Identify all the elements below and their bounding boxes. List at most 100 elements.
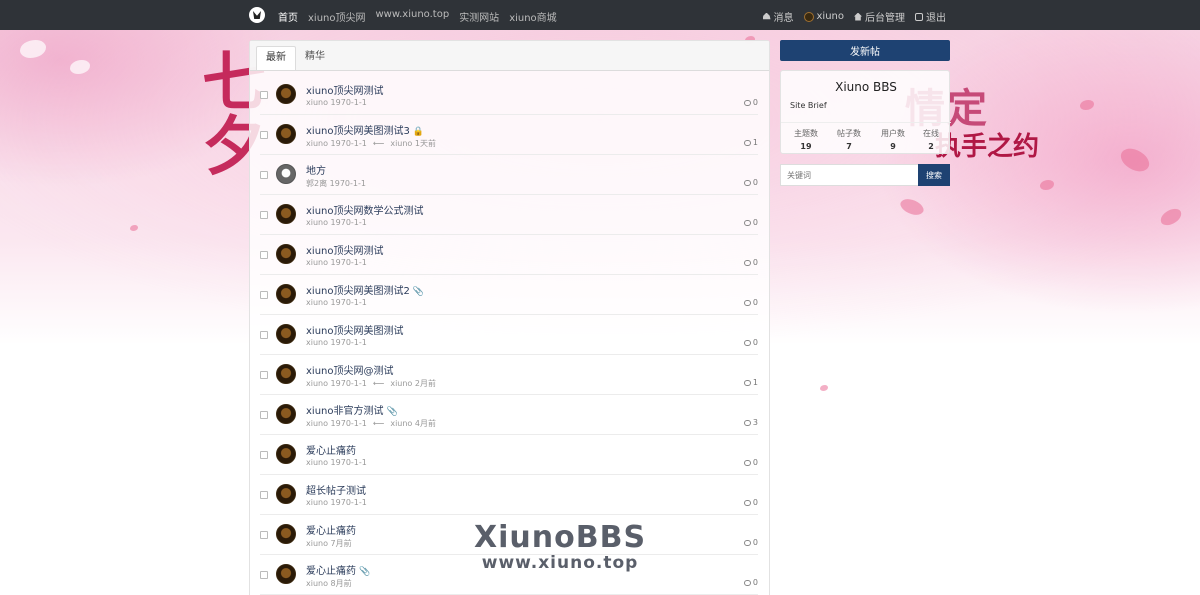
thread-reply-count: 1 [743,378,758,387]
thread-author-avatar[interactable] [276,524,296,544]
thread-last-time: 2月前 [414,379,436,388]
thread-checkbox[interactable] [260,411,268,419]
thread-date: 1970-1-1 [330,379,367,388]
new-post-button[interactable]: 发新帖 [780,40,950,61]
thread-last-time: 1天前 [414,139,436,148]
thread-title[interactable]: 爱心止痛药 [306,522,356,537]
nav-link-home[interactable]: 首页 [278,9,298,24]
search-button[interactable]: 搜索 [918,164,950,186]
thread-checkbox[interactable] [260,91,268,99]
thread-title[interactable]: xiuno顶尖网测试 [306,242,384,257]
thread-title-text: xiuno顶尖网美图测试2 [306,286,410,297]
thread-author-avatar[interactable] [276,244,296,264]
thread-row[interactable]: 超长帖子测试 xiuno 1970-1-1 0 [260,475,758,515]
thread-title[interactable]: xiuno顶尖网美图测试 [306,322,404,337]
thread-title[interactable]: xiuno顶尖网数学公式测试 [306,202,424,217]
admin-link[interactable]: 后台管理 [854,9,905,24]
thread-author-avatar[interactable] [276,444,296,464]
thread-reply-count: 1 [743,138,758,147]
petal-decoration [820,385,828,391]
thread-checkbox[interactable] [260,491,268,499]
thread-checkbox[interactable] [260,291,268,299]
thread-reply-count: 0 [743,178,758,187]
thread-author-avatar[interactable] [276,564,296,584]
logout-link[interactable]: 退出 [915,9,946,24]
thread-row[interactable]: xiuno非官方测试 📎 xiuno 1970-1-1 ⟵ xiuno 4月前 3 [260,395,758,435]
admin-label: 后台管理 [865,13,905,24]
thread-row[interactable]: xiuno顶尖网数学公式测试 xiuno 1970-1-1 0 [260,195,758,235]
thread-author-avatar[interactable] [276,324,296,344]
thread-meta: xiuno 1970-1-1 [306,218,367,227]
thread-reply-count: 0 [743,218,758,227]
thread-checkbox[interactable] [260,371,268,379]
nav-link-test-site[interactable]: 实测网站 [459,9,499,24]
thread-date: 7月前 [330,539,352,548]
tab-latest[interactable]: 最新 [256,46,296,70]
thread-reply-count: 0 [743,498,758,507]
thread-author: xiuno [306,258,328,267]
stat-users: 用户数 9 [873,128,913,151]
messages-link[interactable]: 消息 [762,9,794,24]
thread-checkbox[interactable] [260,211,268,219]
thread-row[interactable]: xiuno顶尖网美图测试 xiuno 1970-1-1 0 [260,315,758,355]
thread-title-text: xiuno顶尖网美图测试3 [306,126,410,137]
thread-reply-count: 0 [743,98,758,107]
thread-checkbox[interactable] [260,531,268,539]
thread-title[interactable]: 爱心止痛药 📎 [306,562,370,577]
thread-author-avatar[interactable] [276,404,296,424]
stat-value: 2 [928,142,934,151]
thread-author-avatar[interactable] [276,164,296,184]
thread-row[interactable]: xiuno顶尖网@测试 xiuno 1970-1-1 ⟵ xiuno 2月前 1 [260,355,758,395]
stat-value: 19 [800,142,812,151]
petal-decoration [130,225,138,231]
thread-row[interactable]: xiuno顶尖网测试 xiuno 1970-1-1 0 [260,235,758,275]
user-name: xiuno [816,11,845,22]
thread-author-avatar[interactable] [276,484,296,504]
thread-checkbox[interactable] [260,251,268,259]
reply-count-value: 0 [752,218,758,227]
watermark-title: XiunoBBS [474,520,647,555]
reply-count-value: 0 [752,538,758,547]
stat-label: 主题数 [794,129,818,138]
thread-row[interactable]: 爱心止痛药 xiuno 1970-1-1 0 [260,435,758,475]
thread-title[interactable]: 爱心止痛药 [306,442,356,457]
nav-link-shop[interactable]: xiuno商城 [509,9,557,24]
thread-author-avatar[interactable] [276,84,296,104]
thread-checkbox[interactable] [260,331,268,339]
site-logo-icon[interactable] [249,7,265,23]
thread-row[interactable]: xiuno顶尖网美图测试2 📎 xiuno 1970-1-1 0 [260,275,758,315]
thread-meta: xiuno 7月前 [306,538,352,549]
thread-checkbox[interactable] [260,451,268,459]
thread-author-avatar[interactable] [276,124,296,144]
comment-icon [743,300,751,306]
thread-author-avatar[interactable] [276,364,296,384]
thread-title[interactable]: 地方 [306,162,326,177]
thread-title-text: 爱心止痛药 [306,566,356,577]
thread-title[interactable]: xiuno顶尖网美图测试3 🔒 [306,122,424,137]
nav-link-xiuno-top[interactable]: xiuno顶尖网 [308,9,366,24]
site-stats: 主题数 19 帖子数 7 用户数 9 在线 2 [781,122,951,154]
thread-author-avatar[interactable] [276,284,296,304]
thread-row[interactable]: xiuno顶尖网测试 xiuno 1970-1-1 0 [260,75,758,115]
thread-row[interactable]: 地方 郭2离 1970-1-1 0 [260,155,758,195]
thread-author-avatar[interactable] [276,204,296,224]
thread-checkbox[interactable] [260,131,268,139]
thread-date: 1970-1-1 [330,258,367,267]
thread-title[interactable]: xiuno顶尖网测试 [306,82,384,97]
arrow-left-icon: ⟵ [372,139,385,148]
thread-title[interactable]: xiuno顶尖网美图测试2 📎 [306,282,424,297]
search-input[interactable] [780,164,918,186]
thread-title[interactable]: xiuno顶尖网@测试 [306,362,394,377]
thread-author: xiuno [306,218,328,227]
reply-count-value: 0 [752,498,758,507]
thread-checkbox[interactable] [260,571,268,579]
thread-checkbox[interactable] [260,171,268,179]
petal-decoration [898,194,926,220]
thread-title[interactable]: xiuno非官方测试 📎 [306,402,398,417]
nav-link-www[interactable]: www.xiuno.top [376,9,450,24]
user-link[interactable]: xiuno [803,9,845,24]
thread-tabs: 最新 精华 [250,41,769,71]
tab-digest[interactable]: 精华 [296,46,334,70]
thread-row[interactable]: xiuno顶尖网美图测试3 🔒 xiuno 1970-1-1 ⟵ xiuno 1天前 1 [260,115,758,155]
thread-title[interactable]: 超长帖子测试 [306,482,366,497]
